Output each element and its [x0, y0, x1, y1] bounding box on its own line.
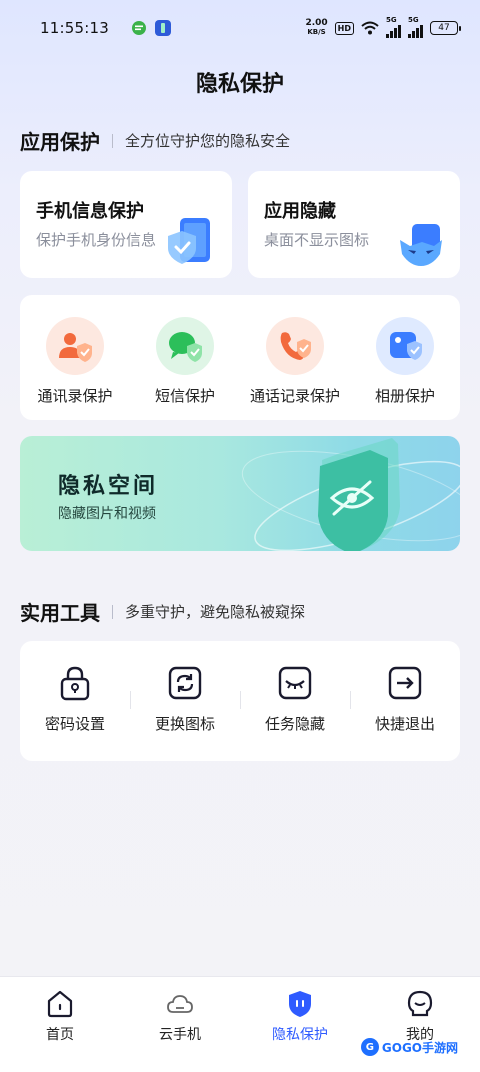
bottom-tab-bar: 首页 云手机 隐私保护 我的 G GOGO手游网 [0, 976, 480, 1072]
section-divider [112, 133, 113, 148]
section-divider [112, 604, 113, 619]
closed-eye-icon [278, 666, 312, 700]
shield-icon [289, 991, 311, 1017]
net-speed-unit: KB/S [307, 28, 326, 36]
contacts-shield-icon [46, 317, 104, 375]
tool-label: 任务隐藏 [264, 715, 325, 733]
shield-eye-icon [241, 438, 460, 551]
section-subtitle: 全方位守护您的隐私安全 [125, 132, 291, 150]
site-watermark: G GOGO手游网 [360, 1038, 458, 1056]
banner-subtitle: 隐藏图片和视频 [58, 506, 156, 522]
album-protect-item[interactable]: 相册保护 [350, 317, 460, 406]
call-log-shield-icon [266, 317, 324, 375]
section-title: 应用保护 [20, 130, 100, 154]
change-icon-item[interactable]: 更换图标 [130, 665, 240, 734]
sms-protect-item[interactable]: 短信保护 [130, 317, 240, 406]
battery-level: 47 [438, 23, 450, 33]
tool-label: 快捷退出 [374, 715, 435, 733]
tab-label: 首页 [46, 1027, 74, 1043]
tab-label: 隐私保护 [272, 1027, 328, 1043]
tools-header: 实用工具 多重守护，避免隐私被窥探 [20, 597, 305, 626]
grid-label: 通讯录保护 [37, 387, 113, 405]
tab-privacy-protect[interactable]: 隐私保护 [240, 977, 360, 1072]
call-log-protect-item[interactable]: 通话记录保护 [240, 317, 350, 406]
task-hide-item[interactable]: 任务隐藏 [240, 665, 350, 734]
app-protect-header: 应用保护 全方位守护您的隐私安全 [20, 126, 290, 155]
tab-mine[interactable]: 我的 [360, 977, 480, 1072]
divider [350, 691, 351, 709]
signal-1-label: 5G [386, 15, 397, 24]
divider [240, 691, 241, 709]
watermark-text: GOGO手游网 [381, 1040, 458, 1055]
tab-label: 云手机 [159, 1027, 201, 1043]
status-time: 11:55:13 [40, 19, 109, 37]
phone-info-protect-card[interactable]: 手机信息保护 保护手机身份信息 [20, 171, 232, 278]
chat-app-icon [131, 20, 147, 36]
net-speed-value: 2.00 [305, 18, 328, 28]
divider [130, 691, 131, 709]
quick-exit-item[interactable]: 快捷退出 [350, 665, 460, 734]
wifi-icon [361, 21, 379, 35]
network-speed: 2.00 KB/S [305, 19, 327, 37]
tool-label: 密码设置 [44, 715, 105, 733]
tab-home[interactable]: 首页 [0, 977, 120, 1072]
grid-label: 短信保护 [154, 387, 215, 405]
cloud-icon [167, 995, 193, 1013]
private-space-banner[interactable]: 隐私空间 隐藏图片和视频 [20, 436, 460, 551]
album-shield-icon [376, 317, 434, 375]
tool-label: 更换图标 [154, 715, 215, 733]
hd-badge: HD [334, 21, 354, 35]
tab-cloud-phone[interactable]: 云手机 [120, 977, 240, 1072]
signal-1-icon: 5G [386, 15, 401, 38]
signal-2-label: 5G [408, 15, 419, 24]
password-settings-item[interactable]: 密码设置 [20, 665, 130, 734]
status-notification-icons [131, 20, 171, 36]
home-icon [47, 990, 73, 1018]
exit-arrow-icon [388, 666, 422, 700]
battery-icon: 47 [430, 21, 461, 35]
watermark-logo: G [360, 1038, 379, 1056]
banner-title: 隐私空间 [58, 474, 159, 499]
contacts-protect-item[interactable]: 通讯录保护 [20, 317, 130, 406]
section-title: 实用工具 [20, 601, 100, 625]
lock-icon [60, 666, 90, 701]
profile-icon [407, 990, 433, 1017]
page-title: 隐私保护 [195, 72, 284, 97]
grid-label: 通话记录保护 [249, 387, 340, 405]
grid-label: 相册保护 [374, 387, 435, 405]
tools-card: 密码设置 更换图标 任务隐藏 快捷退出 [20, 641, 460, 761]
status-bar: 11:55:13 2.00 KB/S HD 5G 5G 47 [0, 0, 480, 56]
notification-app-icon [154, 20, 171, 36]
section-subtitle: 多重守护，避免隐私被窥探 [125, 603, 306, 621]
sms-shield-icon [156, 317, 214, 375]
status-right-group: 2.00 KB/S HD 5G 5G 47 [305, 15, 461, 38]
signal-2-icon: 5G [408, 15, 423, 38]
app-hide-card[interactable]: 应用隐藏 桌面不显示图标 [248, 171, 460, 278]
phone-shield-icon [168, 218, 210, 264]
protect-grid-card: 通讯录保护 短信保护 通话记录保护 相册保护 [20, 295, 460, 420]
refresh-icon [168, 666, 202, 700]
mask-icon [400, 224, 442, 266]
